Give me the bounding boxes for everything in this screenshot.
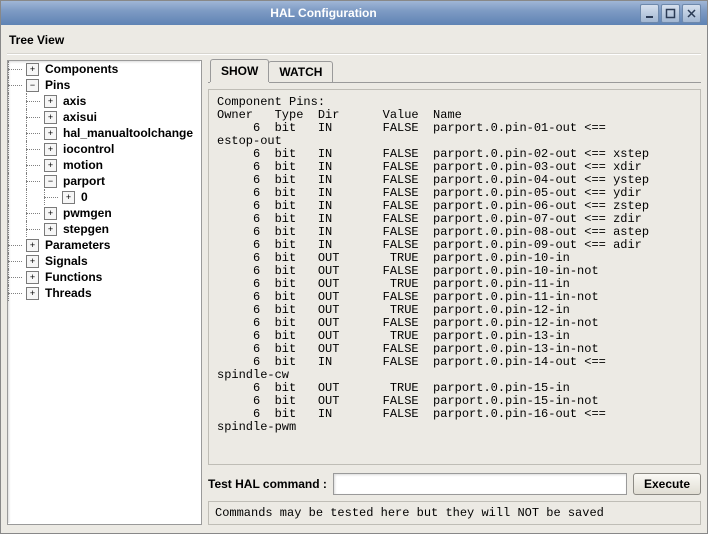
tree-item[interactable]: + Functions (8, 269, 201, 285)
tree-item[interactable]: + iocontrol (8, 141, 201, 157)
tree-expander-icon[interactable]: + (44, 207, 57, 220)
tree-view[interactable]: +Components−Pins+axis+axisui+hal_manualt… (7, 60, 202, 525)
tree-item[interactable]: + Parameters (8, 237, 201, 253)
tree-item[interactable]: + motion (8, 157, 201, 173)
tree-item[interactable]: −Pins (8, 77, 201, 93)
tab-bar: SHOWWATCH (208, 60, 701, 83)
status-message: Commands may be tested here but they wil… (208, 501, 701, 525)
tree-expander-icon[interactable]: + (26, 287, 39, 300)
tree-expander-icon[interactable]: + (26, 63, 39, 76)
close-button[interactable] (682, 4, 701, 23)
tree-item[interactable]: + hal_manualtoolchange (8, 125, 201, 141)
tree-item-label: Pins (43, 78, 72, 92)
tree-item-label: Components (43, 62, 120, 76)
tree-item-label: Signals (43, 254, 90, 268)
window-title: HAL Configuration (7, 6, 640, 20)
tree-view-heading: Tree View (7, 29, 701, 53)
tree-item[interactable]: + Signals (8, 253, 201, 269)
app-window: HAL Configuration Tree View +Components−… (0, 0, 708, 534)
tree-item-label: Functions (43, 270, 104, 284)
execute-button[interactable]: Execute (633, 473, 701, 495)
tree-item[interactable]: + pwmgen (8, 205, 201, 221)
tree-item-label: 0 (79, 190, 90, 204)
tree-expander-icon[interactable]: + (26, 271, 39, 284)
tree-item[interactable]: + Components (8, 61, 201, 77)
output-panel[interactable]: Component Pins: Owner Type Dir Value Nam… (208, 89, 701, 465)
command-label: Test HAL command : (208, 477, 327, 491)
tree-expander-icon[interactable]: + (44, 95, 57, 108)
tab-watch[interactable]: WATCH (268, 61, 333, 82)
tree-item[interactable]: + stepgen (8, 221, 201, 237)
tree-expander-icon[interactable]: + (26, 255, 39, 268)
tree-item[interactable]: +0 (8, 189, 201, 205)
tree-item-label: hal_manualtoolchange (61, 126, 195, 140)
tree-expander-icon[interactable]: + (26, 239, 39, 252)
tree-item-label: stepgen (61, 222, 111, 236)
tree-item[interactable]: −parport (8, 173, 201, 189)
output-text: Component Pins: Owner Type Dir Value Nam… (217, 96, 692, 434)
tree-item-label: pwmgen (61, 206, 114, 220)
tree-expander-icon[interactable]: + (44, 143, 57, 156)
tree-item[interactable]: + Threads (8, 285, 201, 301)
tree-item-label: iocontrol (61, 142, 116, 156)
tree-expander-icon[interactable]: − (26, 79, 39, 92)
tree-item[interactable]: + axisui (8, 109, 201, 125)
command-input[interactable] (333, 473, 627, 495)
tab-show[interactable]: SHOW (210, 59, 269, 82)
maximize-button[interactable] (661, 4, 680, 23)
tree-expander-icon[interactable]: − (44, 175, 57, 188)
tree-expander-icon[interactable]: + (44, 127, 57, 140)
tree-expander-icon[interactable]: + (62, 191, 75, 204)
tree-item-label: axis (61, 94, 88, 108)
tree-item[interactable]: + axis (8, 93, 201, 109)
tree-item-label: Threads (43, 286, 94, 300)
tree-expander-icon[interactable]: + (44, 159, 57, 172)
tree-expander-icon[interactable]: + (44, 223, 57, 236)
tree-item-label: parport (61, 174, 107, 188)
titlebar[interactable]: HAL Configuration (1, 1, 707, 25)
tree-item-label: axisui (61, 110, 99, 124)
tree-expander-icon[interactable]: + (44, 111, 57, 124)
tree-item-label: Parameters (43, 238, 112, 252)
tree-item-label: motion (61, 158, 105, 172)
minimize-button[interactable] (640, 4, 659, 23)
